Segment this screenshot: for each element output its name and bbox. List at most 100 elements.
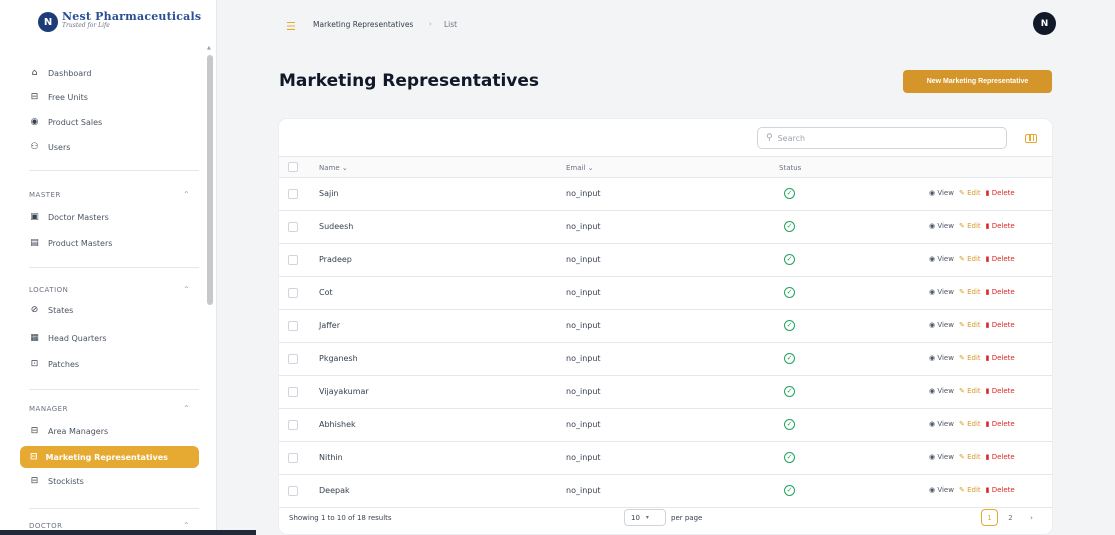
avatar[interactable]: N [1033,12,1056,35]
per-page-select[interactable]: 10 ▾ [624,509,666,526]
pencil-icon: ✎ [958,321,965,329]
edit-button[interactable]: ✎ Edit [959,321,981,329]
chevron-up-icon[interactable]: ⌃ [183,190,190,199]
sidebar-item-states[interactable]: ⊘ States [29,303,74,317]
delete-button[interactable]: ▮ Delete [986,354,1015,362]
new-marketing-representative-button[interactable]: New Marketing Representative [903,70,1052,93]
delete-button[interactable]: ▮ Delete [986,453,1015,461]
row-checkbox[interactable] [288,321,298,331]
edit-button[interactable]: ✎ Edit [959,420,981,428]
row-name: Jaffer [319,321,340,330]
view-button[interactable]: ◉ View [929,387,954,395]
column-header-email[interactable]: Email ⌄ [566,164,594,172]
search-box[interactable]: ⚲ [757,127,1007,149]
page-2-button[interactable]: 2 [1002,509,1019,526]
select-all-checkbox[interactable] [288,162,298,172]
table-row[interactable]: Abhishek no_input ✓ ◉ View ✎ Edit ▮ Delete [279,409,1052,442]
view-button[interactable]: ◉ View [929,486,954,494]
delete-button[interactable]: ▮ Delete [986,189,1015,197]
sidebar-item-product-masters[interactable]: ▤ Product Masters [29,236,112,250]
trash-icon: ▮ [985,321,990,329]
row-checkbox[interactable] [288,420,298,430]
table-row[interactable]: Sudeesh no_input ✓ ◉ View ✎ Edit ▮ Delete [279,211,1052,244]
row-checkbox[interactable] [288,387,298,397]
table-row[interactable]: Pkganesh no_input ✓ ◉ View ✎ Edit ▮ Delete [279,343,1052,376]
chevron-up-icon[interactable]: ⌃ [183,521,190,530]
chevron-up-icon[interactable]: ⌃ [183,404,190,413]
edit-button[interactable]: ✎ Edit [959,222,981,230]
row-actions: ◉ View ✎ Edit ▮ Delete [929,354,1015,362]
sidebar-item-doctor-masters[interactable]: ▣ Doctor Masters [29,210,109,224]
view-button[interactable]: ◉ View [929,189,954,197]
sidebar-item-free-units[interactable]: ⊟ Free Units [29,90,88,104]
table-row[interactable]: Cot no_input ✓ ◉ View ✎ Edit ▮ Delete [279,277,1052,310]
view-button[interactable]: ◉ View [929,255,954,263]
view-button[interactable]: ◉ View [929,354,954,362]
edit-button[interactable]: ✎ Edit [959,387,981,395]
table-row[interactable]: Nithin no_input ✓ ◉ View ✎ Edit ▮ Delete [279,442,1052,475]
edit-button[interactable]: ✎ Edit [959,189,981,197]
row-checkbox[interactable] [288,453,298,463]
section-title-location[interactable]: LOCATION [29,286,68,294]
table-row[interactable]: Jaffer no_input ✓ ◉ View ✎ Edit ▮ Delete [279,310,1052,343]
menu-icon[interactable]: ☰ [286,21,296,32]
section-title-doctor[interactable]: DOCTOR [29,522,62,530]
clipboard-icon: ▣ [30,211,39,222]
sidebar-item-stockists[interactable]: ⊟ Stockists [29,474,84,488]
taskbar [0,530,256,535]
sidebar-scroll-thumb[interactable] [207,55,213,305]
view-button[interactable]: ◉ View [929,321,954,329]
section-title-master[interactable]: MASTER [29,191,61,199]
table-row[interactable]: Sajin no_input ✓ ◉ View ✎ Edit ▮ Delete [279,178,1052,211]
next-page-icon[interactable]: › [1023,509,1040,526]
row-name: Nithin [319,453,343,462]
chevron-down-icon: ▾ [645,514,649,521]
edit-button[interactable]: ✎ Edit [959,453,981,461]
pencil-icon: ✎ [958,486,965,494]
search-input[interactable] [777,133,978,143]
delete-button[interactable]: ▮ Delete [986,420,1015,428]
column-header-name[interactable]: Name ⌄ [319,164,348,172]
breadcrumb-marketing-representatives[interactable]: Marketing Representatives [313,20,413,29]
breadcrumb-separator-icon: › [429,20,432,28]
delete-button[interactable]: ▮ Delete [986,255,1015,263]
delete-button[interactable]: ▮ Delete [986,486,1015,494]
view-button[interactable]: ◉ View [929,222,954,230]
table-row[interactable]: Pradeep no_input ✓ ◉ View ✎ Edit ▮ Delete [279,244,1052,277]
sidebar-item-product-sales[interactable]: ◉ Product Sales [29,115,103,129]
edit-button[interactable]: ✎ Edit [959,354,981,362]
edit-button[interactable]: ✎ Edit [959,288,981,296]
row-checkbox[interactable] [288,486,298,496]
sidebar-item-marketing-representatives[interactable]: ⊟ Marketing Representatives [20,446,199,468]
sidebar-item-area-managers[interactable]: ⊟ Area Managers [29,424,108,438]
scroll-up-icon[interactable]: ▲ [207,45,211,51]
section-title-manager[interactable]: MANAGER [29,405,68,413]
delete-button[interactable]: ▮ Delete [986,222,1015,230]
table-row[interactable]: Vijayakumar no_input ✓ ◉ View ✎ Edit ▮ Delete [279,376,1052,409]
sidebar-item-patches[interactable]: ⊡ Patches [29,357,79,371]
columns-toggle-icon[interactable] [1025,134,1037,143]
brand-name: Nest Pharmaceuticals [62,10,202,23]
delete-button[interactable]: ▮ Delete [986,387,1015,395]
page-1-button[interactable]: 1 [981,509,998,526]
pencil-icon: ✎ [958,288,965,296]
table-row[interactable]: Deepak no_input ✓ ◉ View ✎ Edit ▮ Delete [279,475,1052,508]
sidebar-scrollbar[interactable]: ▲ [206,45,214,470]
view-button[interactable]: ◉ View [929,288,954,296]
row-checkbox[interactable] [288,222,298,232]
sidebar-item-head-quarters[interactable]: ▦ Head Quarters [29,331,106,345]
edit-button[interactable]: ✎ Edit [959,486,981,494]
view-button[interactable]: ◉ View [929,453,954,461]
edit-button[interactable]: ✎ Edit [959,255,981,263]
row-checkbox[interactable] [288,354,298,364]
row-checkbox[interactable] [288,189,298,199]
row-checkbox[interactable] [288,288,298,298]
view-button[interactable]: ◉ View [929,420,954,428]
sidebar-item-users[interactable]: ⚇ Users [29,140,70,154]
chevron-up-icon[interactable]: ⌃ [183,285,190,294]
delete-button[interactable]: ▮ Delete [986,321,1015,329]
brand[interactable]: N Nest Pharmaceuticals Trusted for Life [0,0,216,40]
row-checkbox[interactable] [288,255,298,265]
delete-button[interactable]: ▮ Delete [986,288,1015,296]
sidebar-item-dashboard[interactable]: ⌂ Dashboard [29,66,92,80]
